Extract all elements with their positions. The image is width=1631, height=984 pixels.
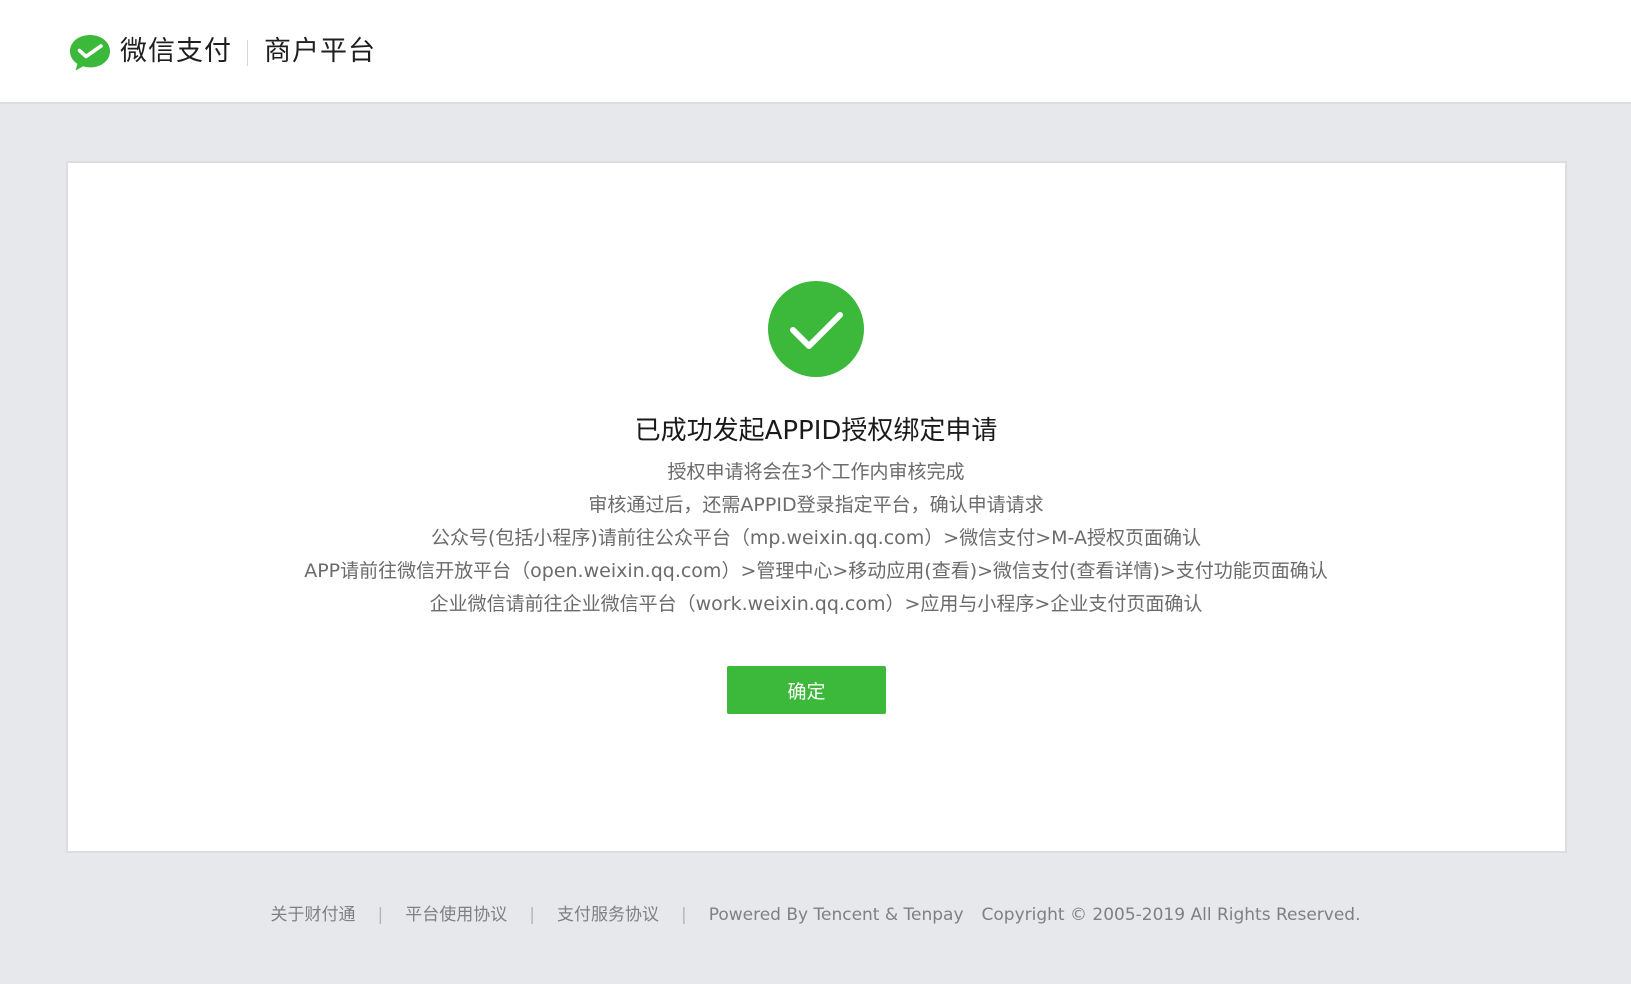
wechat-pay-logo-icon (70, 35, 110, 71)
footer-separator: | (377, 905, 384, 925)
page-footer: 关于财付通 | 平台使用协议 | 支付服务协议 | Powered By Tencent &… (0, 900, 1631, 930)
footer-separator: | (529, 905, 535, 925)
result-title: 已成功发起APPID授权绑定申请 (634, 416, 998, 446)
top-header: 微信支付 商户平台 (0, 0, 1631, 104)
header-divider (247, 40, 248, 66)
description-line: APP请前往微信开放平台（open.weixin.qq.com）>管理中心>移动… (304, 560, 1328, 582)
footer-separator: | (680, 905, 687, 925)
footer-link-about[interactable]: 关于财付通 (270, 905, 355, 925)
brand-name: 微信支付 (120, 36, 232, 67)
footer-copyright: Copyright © 2005-2019 All Rights Reserve… (981, 905, 1361, 925)
platform-name: 商户平台 (264, 36, 376, 67)
result-description: 授权申请将会在3个工作内审核完成 审核通过后，还需APPID登录指定平台，确认申… (166, 456, 1466, 621)
footer-link-platform-agreement[interactable]: 平台使用协议 (405, 905, 507, 925)
description-line: 审核通过后，还需APPID登录指定平台，确认申请请求 (588, 494, 1044, 516)
confirm-button[interactable]: 确定 (727, 666, 886, 714)
description-line: 授权申请将会在3个工作内审核完成 (667, 461, 965, 483)
description-line: 企业微信请前往企业微信平台（work.weixin.qq.com）>应用与小程序… (429, 593, 1203, 615)
footer-powered: Powered By Tencent & Tenpay (708, 905, 964, 925)
footer-link-payment-agreement[interactable]: 支付服务协议 (557, 905, 659, 925)
description-line: 公众号(包括小程序)请前往公众平台（mp.weixin.qq.com）>微信支付… (431, 527, 1201, 549)
check-circle-icon (768, 281, 864, 377)
